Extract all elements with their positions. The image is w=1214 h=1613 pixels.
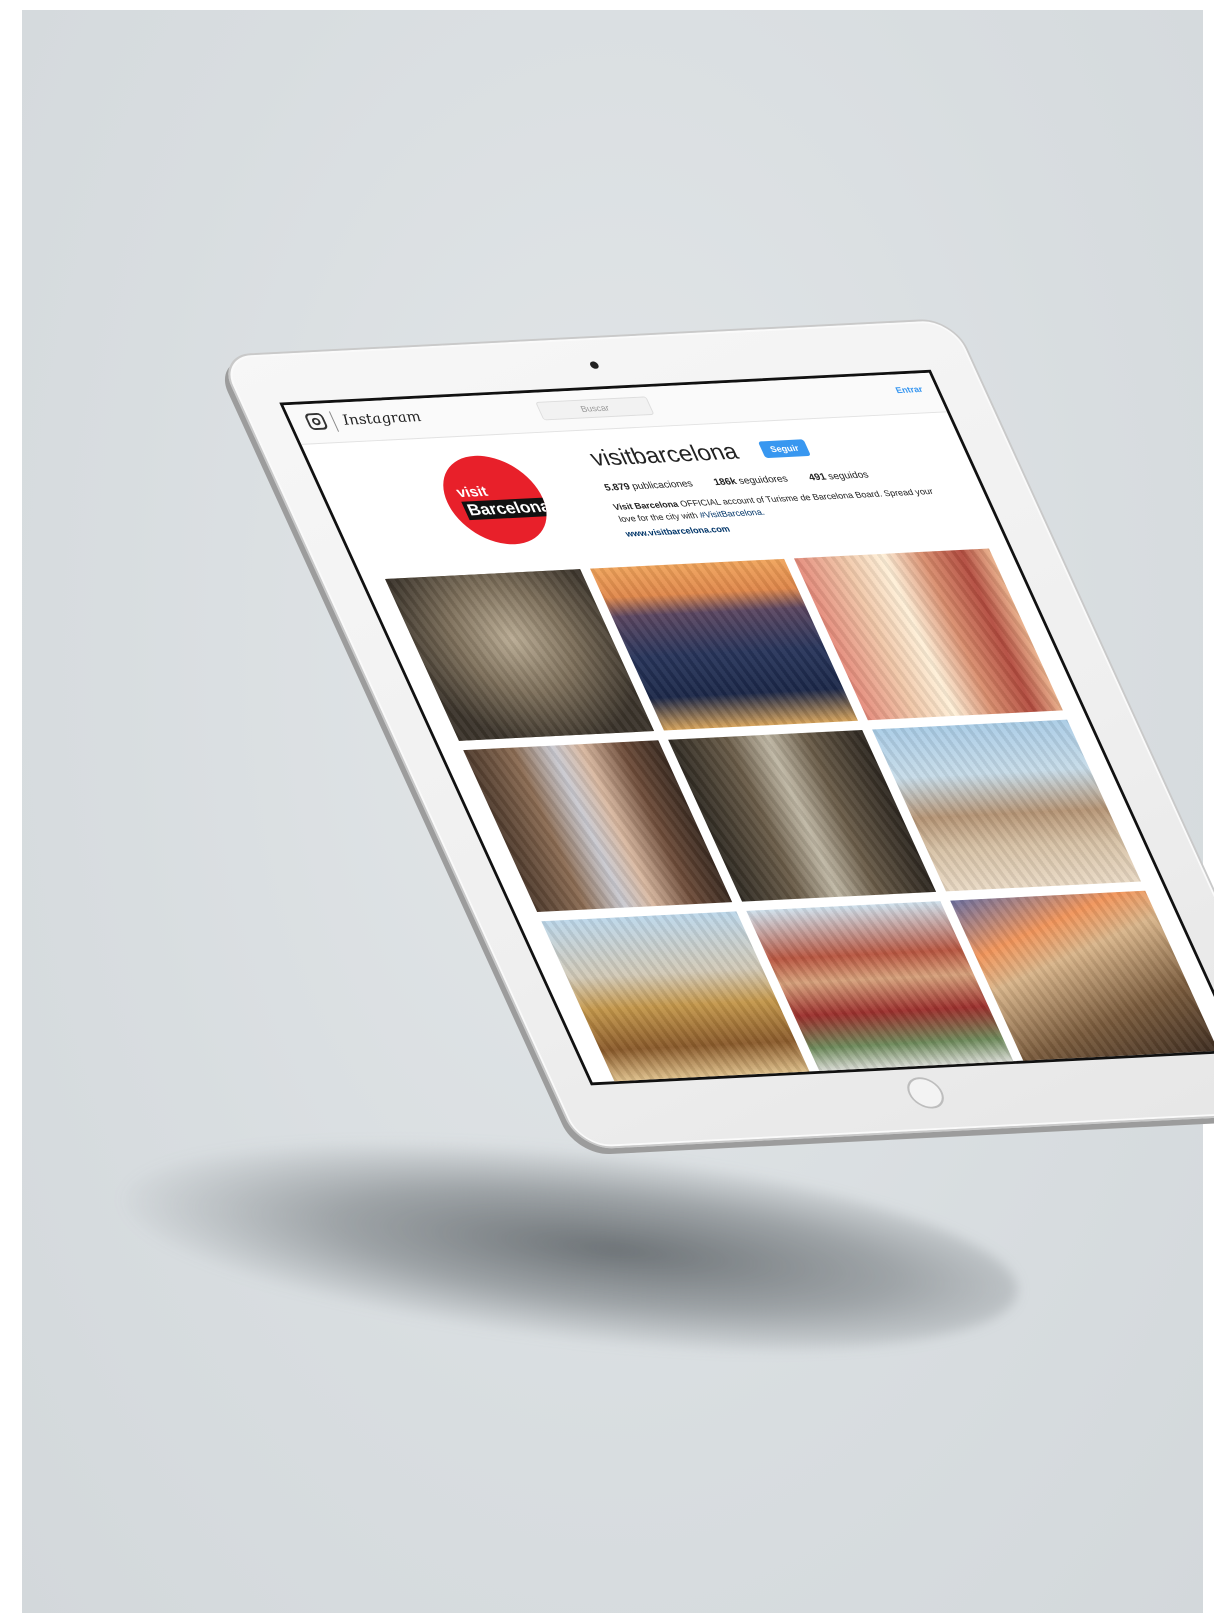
avatar-logo-line1: visit — [453, 483, 491, 501]
following-label: seguidos — [826, 469, 871, 483]
followers-stat[interactable]: 186k seguidores — [712, 474, 790, 488]
home-button[interactable] — [901, 1076, 950, 1110]
bio-hashtag[interactable]: #VisitBarcelona. — [698, 507, 766, 519]
posts-label: publicaciones — [630, 478, 695, 493]
avatar-logo-line2: Barcelona — [461, 497, 557, 521]
posts-stat: 5.879 publicaciones — [603, 479, 695, 494]
tablet-device: Instagram Buscar Entrar visit Barcelona … — [217, 317, 1214, 1150]
following-count: 491 — [807, 472, 829, 484]
avatar[interactable]: visit Barcelona — [427, 453, 563, 547]
follow-button[interactable]: Seguir — [757, 439, 811, 459]
tablet-screen: Instagram Buscar Entrar visit Barcelona … — [279, 369, 1214, 1086]
photo-grid — [385, 548, 1214, 1084]
camera-icon — [588, 361, 600, 369]
posts-count: 5.879 — [602, 482, 633, 494]
followers-count: 186k — [712, 476, 739, 488]
following-stat[interactable]: 491 seguidos — [807, 470, 871, 483]
search-input[interactable]: Buscar — [535, 396, 655, 421]
mockup-stage: Instagram Buscar Entrar visit Barcelona … — [0, 0, 1214, 1613]
followers-label: seguidores — [736, 474, 790, 487]
bio-name: Visit Barcelona — [611, 499, 680, 512]
topbar-divider — [328, 411, 340, 432]
profile-username: visitbarcelona — [585, 439, 743, 472]
profile-bio: Visit Barcelona OFFICIAL account of Turi… — [611, 485, 949, 525]
instagram-icon[interactable] — [303, 412, 329, 431]
profile-website-link[interactable]: www.visitbarcelona.com — [624, 524, 732, 538]
login-link[interactable]: Entrar — [894, 384, 924, 395]
instagram-wordmark[interactable]: Instagram — [339, 408, 424, 428]
